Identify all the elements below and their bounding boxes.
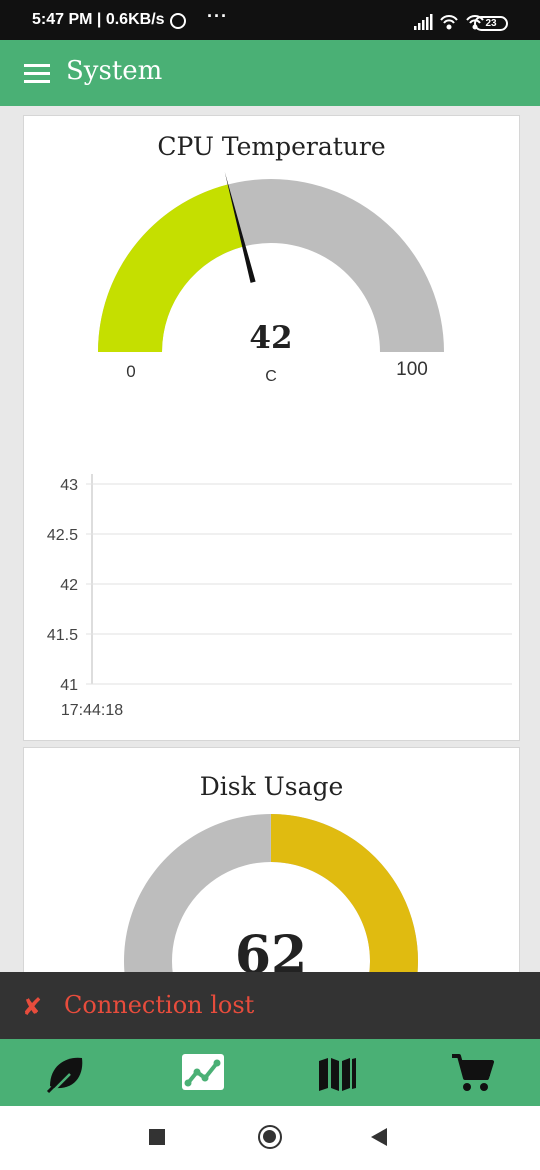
chart-y-tick-label: 41 [60,677,78,694]
leaf-icon[interactable] [44,1050,90,1096]
status-bar: 5:47 PM | 0.6KB/s ··· 23 [0,0,540,40]
home-icon[interactable] [258,1125,282,1149]
disk-usage-donut: 62 [123,814,419,1006]
gauge-max-label: 100 [396,359,428,380]
chart-y-tick-label: 43 [60,477,78,494]
recents-icon[interactable] [149,1129,165,1145]
toast-message: Connection lost [64,991,255,1019]
gauge-fill [98,184,244,352]
status-time: 5:47 PM | 0.6KB/s [32,11,165,28]
chart-y-tick-label: 42 [60,577,78,594]
cpu-temperature-chart: 43 42.5 42 41.5 41 17:44:18 [47,474,512,719]
disk-usage-card: Disk Usage 62 [23,747,520,1007]
map-icon[interactable] [314,1050,360,1096]
chart-x-tick-label: 17:44:18 [61,702,123,719]
gauge-min-label: 0 [126,362,135,381]
close-icon[interactable]: ✘ [22,993,42,1021]
back-icon[interactable] [371,1128,387,1146]
bottom-navigation [0,1039,540,1106]
connection-toast: ✘ Connection lost [0,972,540,1039]
gauge-value: 42 [249,320,292,356]
chart-y-tick-label: 41.5 [47,627,78,644]
system-navigation-bar [0,1106,540,1170]
chart-y-tick-label: 42.5 [47,527,78,544]
alarm-icon [170,13,186,29]
battery-icon: 23 [474,16,508,31]
more-notifications-icon: ··· [207,6,228,26]
cart-icon[interactable] [450,1050,496,1096]
page-title: System [66,56,163,86]
cpu-temperature-card: CPU Temperature 42 0 100 C 43 42.5 42 41.5 4… [23,115,520,741]
chart-icon[interactable] [180,1050,226,1096]
gauge-unit-label: C [265,368,277,385]
hamburger-menu-icon[interactable] [24,64,50,84]
signal-icon [414,14,433,30]
cpu-temperature-gauge: 42 0 100 C [98,171,444,385]
app-bar: System [0,40,540,106]
